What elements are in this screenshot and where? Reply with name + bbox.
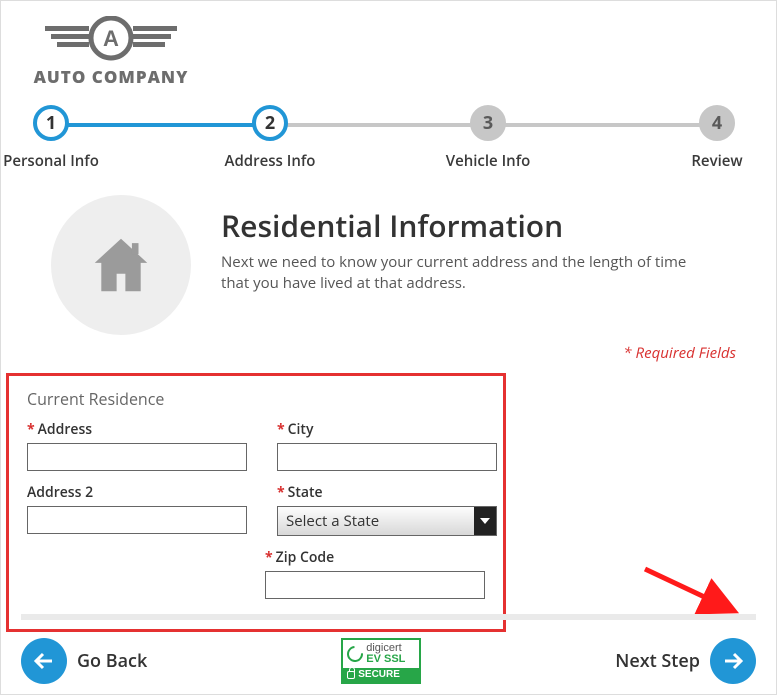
step-vehicle-info[interactable]: 3 Vehicle Info	[413, 105, 563, 171]
current-residence-box: Current Residence *Address *City Address…	[6, 373, 506, 632]
step-number: 1	[33, 105, 69, 141]
step-number: 2	[252, 105, 288, 141]
page-subtitle: Next we need to know your current addres…	[221, 252, 701, 294]
city-label: *City	[277, 420, 497, 439]
refresh-icon	[344, 643, 367, 666]
step-label: Review	[642, 151, 777, 171]
go-back-label: Go Back	[77, 649, 147, 673]
ssl-badge: digicert EV SSL SECURE	[341, 638, 421, 684]
step-number: 4	[699, 105, 735, 141]
chevron-down-icon	[474, 507, 496, 535]
section-title: Current Residence	[27, 388, 485, 410]
zip-label: *Zip Code	[265, 548, 485, 567]
address-input[interactable]	[27, 443, 247, 471]
page-title: Residential Information	[221, 205, 701, 246]
step-label: Vehicle Info	[413, 151, 563, 171]
address2-input[interactable]	[27, 506, 247, 534]
state-select[interactable]: Select a State	[277, 506, 497, 536]
logo-wings-icon: A	[41, 16, 181, 66]
state-label: *State	[277, 483, 497, 502]
city-input[interactable]	[277, 443, 497, 471]
step-review[interactable]: 4 Review	[642, 105, 777, 171]
arrow-right-icon	[710, 638, 756, 684]
logo: A AUTO COMPANY	[31, 16, 191, 85]
address2-label: Address 2	[27, 483, 247, 502]
logo-text: AUTO COMPANY	[31, 68, 191, 85]
next-step-label: Next Step	[615, 649, 700, 673]
step-number: 3	[470, 105, 506, 141]
state-selected-text: Select a State	[278, 511, 474, 531]
stepper: 1 Personal Info 2 Address Info 3 Vehicle…	[26, 105, 751, 175]
arrow-left-icon	[21, 638, 67, 684]
lock-icon	[347, 671, 355, 679]
step-personal-info[interactable]: 1 Personal Info	[0, 105, 126, 171]
zip-input[interactable]	[265, 571, 485, 599]
step-label: Address Info	[195, 151, 345, 171]
svg-text:A: A	[103, 26, 119, 51]
house-icon-circle	[51, 195, 191, 335]
step-address-info[interactable]: 2 Address Info	[195, 105, 345, 171]
next-step-button[interactable]: Next Step	[615, 638, 756, 684]
house-icon	[86, 230, 156, 300]
address-label: *Address	[27, 420, 247, 439]
step-label: Personal Info	[0, 151, 126, 171]
go-back-button[interactable]: Go Back	[21, 638, 147, 684]
required-fields-note: * Required Fields	[21, 343, 736, 363]
